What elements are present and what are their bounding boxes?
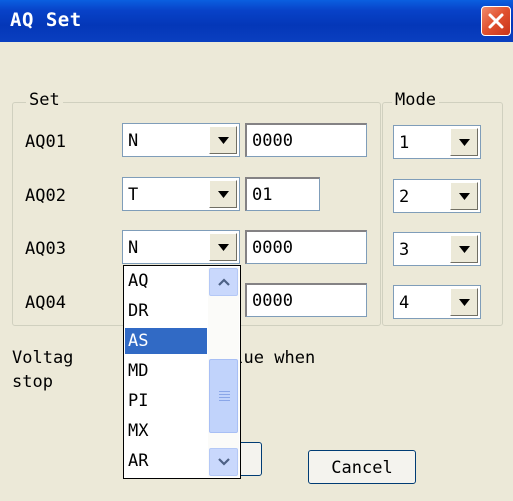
aq03-mode-select[interactable]: 3 xyxy=(393,232,481,266)
scroll-up-arrow-icon xyxy=(218,278,230,286)
aq03-type-select[interactable]: N xyxy=(122,230,240,264)
aq04-value: 0000 xyxy=(252,291,293,311)
dropdown-option-label: AR xyxy=(128,451,149,471)
aq03-value-field[interactable]: 0000 xyxy=(245,230,367,264)
dropdown-option-label: AS xyxy=(128,331,149,351)
dropdown-option[interactable]: AQ xyxy=(125,268,207,294)
dropdown-option-label: MD xyxy=(128,361,149,381)
aq01-type-select[interactable]: N xyxy=(122,123,240,157)
dropdown-scrollbar[interactable] xyxy=(208,267,239,477)
aq02-label: AQ02 xyxy=(25,186,66,206)
chevron-down-icon xyxy=(218,244,229,251)
dropdown-option-label: AQ xyxy=(128,271,149,291)
dropdown-option[interactable]: MD xyxy=(125,358,207,384)
scroll-up-button[interactable] xyxy=(209,268,238,296)
aq02-mode-value: 2 xyxy=(399,187,410,207)
aq01-type-value: N xyxy=(128,131,139,151)
aq02-type-select[interactable]: T xyxy=(122,177,240,211)
dropdown-option[interactable]: MX xyxy=(125,418,207,444)
aq02-mode-dropdown-button[interactable] xyxy=(450,182,478,210)
grip-line xyxy=(219,391,230,392)
title-bar[interactable]: AQ Set xyxy=(0,0,513,42)
dropdown-option[interactable]: DR xyxy=(125,298,207,324)
aq02-type-value: T xyxy=(128,185,139,205)
set-legend: Set xyxy=(26,90,63,110)
aq02-mode-select[interactable]: 2 xyxy=(393,179,481,213)
cancel-button-label: Cancel xyxy=(331,458,393,478)
chevron-down-icon xyxy=(459,139,470,146)
aq04-mode-value: 4 xyxy=(399,293,410,313)
aq02-value-field[interactable]: 01 xyxy=(245,177,320,211)
aq03-type-value: N xyxy=(128,238,139,258)
dialog-body: Set Mode AQ01 N 0000 1 AQ02 T 01 2 AQ03 … xyxy=(0,42,513,501)
note-text-line2: stop xyxy=(12,372,53,392)
cancel-button[interactable]: Cancel xyxy=(308,450,416,484)
dropdown-option-label: PI xyxy=(128,391,149,411)
aq01-mode-value: 1 xyxy=(399,133,410,153)
mode-legend: Mode xyxy=(392,90,439,110)
close-x-icon xyxy=(488,13,504,29)
aq01-value: 0000 xyxy=(252,131,293,151)
scroll-thumb[interactable] xyxy=(209,359,238,433)
aq04-mode-select[interactable]: 4 xyxy=(393,285,481,319)
close-button[interactable] xyxy=(481,6,511,36)
grip-line xyxy=(219,400,230,401)
aq01-type-dropdown-button[interactable] xyxy=(209,126,237,154)
aq01-value-field[interactable]: 0000 xyxy=(245,123,367,157)
dropdown-option-selected[interactable]: AS xyxy=(125,328,207,354)
window-title: AQ Set xyxy=(10,9,82,31)
chevron-down-icon xyxy=(218,137,229,144)
chevron-down-icon xyxy=(459,299,470,306)
dropdown-option-label: MX xyxy=(128,421,149,441)
dropdown-option[interactable]: AR xyxy=(125,448,207,474)
chevron-down-icon xyxy=(459,193,470,200)
aq03-mode-dropdown-button[interactable] xyxy=(450,235,478,263)
chevron-down-icon xyxy=(459,246,470,253)
grip-line xyxy=(219,397,230,398)
aq02-value: 01 xyxy=(252,185,273,205)
aq04-mode-dropdown-button[interactable] xyxy=(450,288,478,316)
aq03-value: 0000 xyxy=(252,238,293,258)
aq02-type-dropdown-button[interactable] xyxy=(209,180,237,208)
type-dropdown-list[interactable]: AQ DR AS MD PI MX AR xyxy=(123,265,241,479)
aq04-value-field[interactable]: 0000 xyxy=(245,283,367,317)
aq03-mode-value: 3 xyxy=(399,240,410,260)
grip-line xyxy=(219,394,230,395)
chevron-down-icon xyxy=(218,191,229,198)
aq03-type-dropdown-button[interactable] xyxy=(209,233,237,261)
note-text-start: Voltag xyxy=(12,348,74,368)
dropdown-option[interactable]: PI xyxy=(125,388,207,414)
aq03-label: AQ03 xyxy=(25,239,66,259)
aq01-label: AQ01 xyxy=(25,132,66,152)
scroll-down-button[interactable] xyxy=(209,448,238,476)
dropdown-option-label: DR xyxy=(128,301,149,321)
aq01-mode-dropdown-button[interactable] xyxy=(450,128,478,156)
scroll-down-arrow-icon xyxy=(218,458,230,466)
aq04-label: AQ04 xyxy=(25,293,66,313)
aq01-mode-select[interactable]: 1 xyxy=(393,125,481,159)
